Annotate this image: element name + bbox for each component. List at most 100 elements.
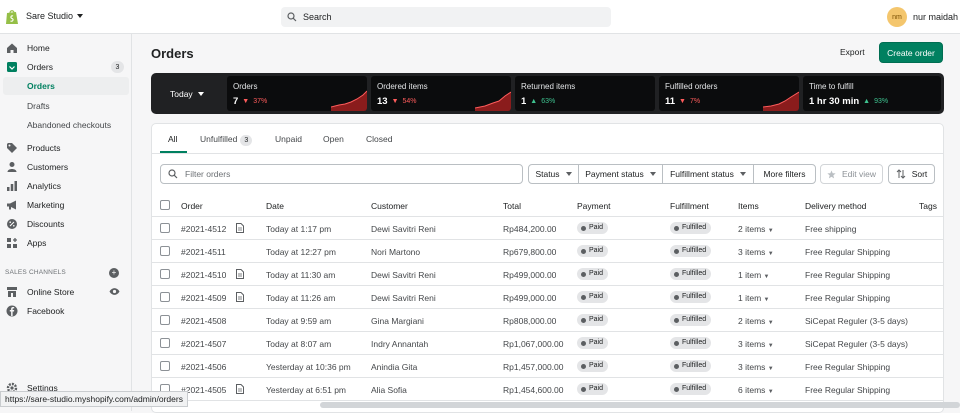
- items-count[interactable]: 3 items ▼: [738, 247, 774, 257]
- delivery-method: Free shipping: [805, 224, 857, 234]
- items-count[interactable]: 3 items ▼: [738, 339, 774, 349]
- table-row[interactable]: #2021-4508 Today at 9:59 am Gina Margiani R…: [152, 309, 943, 332]
- tab-divider: [152, 153, 943, 154]
- metric-orders[interactable]: Orders 7 ▼ 37%: [227, 76, 367, 111]
- items-count[interactable]: 3 items ▼: [738, 362, 774, 372]
- row-checkbox[interactable]: [160, 292, 170, 302]
- customer-name: Indry Annantah: [371, 339, 429, 349]
- payment-status-filter-button[interactable]: Payment status: [578, 164, 663, 184]
- sidebar-item-drafts[interactable]: Drafts: [0, 97, 132, 115]
- status-dot-icon: [674, 248, 679, 254]
- items-count[interactable]: 2 items ▼: [738, 224, 774, 234]
- page-title: Orders: [151, 46, 194, 61]
- metric-time-to-fulfill[interactable]: Time to fulfill 1 hr 30 min ▲ 93%: [803, 76, 941, 111]
- metric-value: 11: [665, 96, 676, 107]
- sidebar-item-home[interactable]: Home: [0, 39, 132, 57]
- items-count[interactable]: 1 item ▼: [738, 293, 769, 303]
- shopify-logo-icon[interactable]: [5, 9, 19, 25]
- delivery-method: Free Regular Shipping: [805, 362, 891, 372]
- table-row[interactable]: #2021-4510 Today at 11:30 am Dewi Savitri …: [152, 263, 943, 286]
- column-header-date[interactable]: Date: [266, 201, 284, 211]
- status-dot-icon: [581, 363, 586, 369]
- add-sales-channel-icon[interactable]: +: [109, 268, 119, 278]
- sidebar-item-analytics[interactable]: Analytics: [0, 177, 132, 195]
- select-all-checkbox[interactable]: [160, 200, 170, 210]
- sidebar-item-products[interactable]: Products: [0, 139, 132, 157]
- sidebar-item-customers[interactable]: Customers: [0, 158, 132, 176]
- row-checkbox[interactable]: [160, 315, 170, 325]
- tab-unpaid[interactable]: Unpaid: [275, 134, 302, 144]
- column-header-customer[interactable]: Customer: [371, 201, 408, 211]
- metric-fulfilled-orders[interactable]: Fulfilled orders 11 ▼ 7%: [659, 76, 799, 111]
- order-number[interactable]: #2021-4510: [181, 270, 226, 280]
- row-checkbox[interactable]: [160, 223, 170, 233]
- order-number[interactable]: #2021-4508: [181, 316, 226, 326]
- metric-label: Ordered items: [377, 82, 428, 91]
- sidebar-item-abandoned-checkouts[interactable]: Abandoned checkouts: [0, 116, 132, 134]
- metric-returned-items[interactable]: Returned items 1 ▲ 63%: [515, 76, 655, 111]
- table-row[interactable]: #2021-4506 Yesterday at 10:36 pm Anindia G…: [152, 355, 943, 378]
- column-header-payment[interactable]: Payment: [577, 201, 611, 211]
- table-row[interactable]: #2021-4509 Today at 11:26 am Dewi Savitri …: [152, 286, 943, 309]
- badge-label: Paid: [589, 224, 604, 231]
- status-filter-button[interactable]: Status: [528, 164, 579, 184]
- user-menu[interactable]: nm nur maidah: [887, 7, 958, 27]
- table-row[interactable]: #2021-4505 Yesterday at 6:51 pm Alia Sofia…: [152, 378, 943, 401]
- create-order-button[interactable]: Create order: [879, 42, 943, 63]
- horizontal-scrollbar[interactable]: [320, 402, 960, 408]
- row-checkbox[interactable]: [160, 246, 170, 256]
- fulfillment-status-filter-button[interactable]: Fulfillment status: [662, 164, 754, 184]
- status-dot-icon: [674, 386, 679, 392]
- status-dot-icon: [674, 317, 679, 323]
- period-selector[interactable]: Today: [151, 73, 224, 114]
- items-count[interactable]: 2 items ▼: [738, 316, 774, 326]
- sidebar-item-discounts[interactable]: Discounts: [0, 215, 132, 233]
- row-checkbox[interactable]: [160, 338, 170, 348]
- filter-orders-input[interactable]: Filter orders: [160, 164, 523, 184]
- more-filters-button[interactable]: More filters: [753, 164, 816, 184]
- order-number[interactable]: #2021-4509: [181, 293, 226, 303]
- column-header-fulfillment[interactable]: Fulfillment: [670, 201, 709, 211]
- tag-icon: [7, 143, 17, 153]
- table-row[interactable]: #2021-4507 Today at 8:07 am Indry Annantah…: [152, 332, 943, 355]
- column-header-items[interactable]: Items: [738, 201, 759, 211]
- sidebar-item-marketing[interactable]: Marketing: [0, 196, 132, 214]
- order-number[interactable]: #2021-4511: [181, 247, 226, 257]
- home-icon: [7, 43, 17, 53]
- order-date: Today at 12:27 pm: [266, 247, 336, 257]
- sidebar-item-label: Orders: [27, 81, 55, 91]
- column-header-order[interactable]: Order: [181, 201, 203, 211]
- sort-button[interactable]: Sort: [888, 164, 935, 184]
- row-checkbox[interactable]: [160, 361, 170, 371]
- export-button[interactable]: Export: [840, 47, 865, 57]
- store-switcher[interactable]: Sare Studio: [26, 11, 84, 21]
- sidebar-item-apps[interactable]: Apps: [0, 234, 132, 252]
- tab-closed[interactable]: Closed: [366, 134, 392, 144]
- order-number[interactable]: #2021-4506: [181, 362, 226, 372]
- orders-count-badge: 3: [111, 61, 124, 73]
- sidebar-item-orders-all[interactable]: Orders: [3, 77, 129, 95]
- sidebar-item-online-store[interactable]: Online Store: [0, 283, 132, 301]
- table-row[interactable]: #2021-4512 Today at 1:17 pm Dewi Savitri R…: [152, 217, 943, 240]
- order-number[interactable]: #2021-4507: [181, 339, 226, 349]
- column-header-delivery-method[interactable]: Delivery method: [805, 201, 866, 211]
- tab-open[interactable]: Open: [323, 134, 344, 144]
- row-checkbox[interactable]: [160, 269, 170, 279]
- tab-unfulfilled[interactable]: Unfulfilled 3: [200, 134, 253, 146]
- metric-ordered-items[interactable]: Ordered items 13 ▼ 54%: [371, 76, 511, 111]
- search-input[interactable]: Search: [281, 7, 611, 27]
- items-count[interactable]: 6 items ▼: [738, 385, 774, 395]
- tab-all[interactable]: All: [168, 134, 177, 144]
- column-header-total[interactable]: Total: [503, 201, 521, 211]
- trend-down-icon: ▼: [391, 98, 399, 105]
- sidebar-item-orders[interactable]: Orders 3: [0, 58, 132, 76]
- edit-view-button[interactable]: Edit view: [820, 164, 883, 184]
- sidebar-item-label: Orders: [27, 62, 53, 72]
- column-header-tags[interactable]: Tags: [919, 201, 937, 211]
- order-number[interactable]: #2021-4512: [181, 224, 226, 234]
- table-row[interactable]: #2021-4511 Today at 12:27 pm Nori Martono R…: [152, 240, 943, 263]
- sidebar-item-facebook[interactable]: Facebook: [0, 302, 132, 320]
- eye-icon[interactable]: [109, 287, 120, 296]
- items-count[interactable]: 1 item ▼: [738, 270, 769, 280]
- sidebar-item-label: Marketing: [27, 200, 65, 210]
